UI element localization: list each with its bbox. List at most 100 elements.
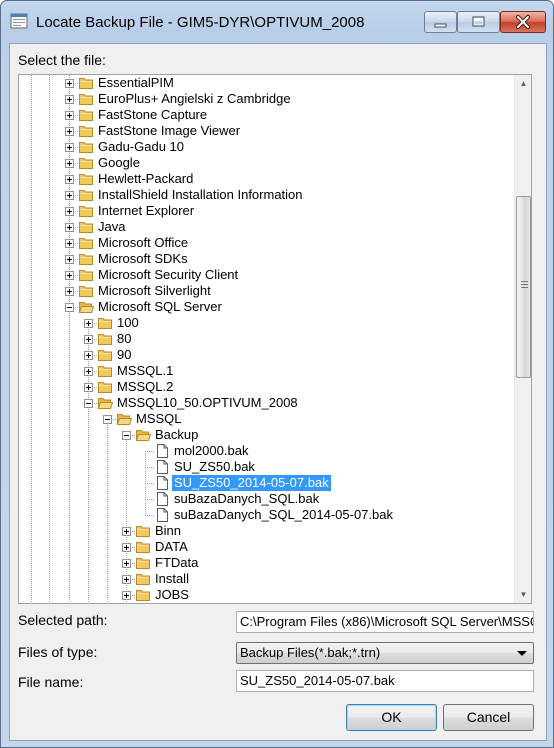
file-icon: [157, 492, 168, 506]
file-icon: [157, 460, 168, 474]
minimize-button[interactable]: [424, 11, 457, 33]
file-icon: [157, 476, 168, 490]
tree-item[interactable]: 90: [19, 347, 516, 363]
expand-icon[interactable]: [84, 383, 93, 392]
tree-item-label: SU_ZS50_2014-05-07.bak: [171, 474, 332, 492]
tree-item[interactable]: Microsoft SQL Server: [19, 299, 516, 315]
tree-item[interactable]: JOBS: [19, 587, 516, 603]
title-bar[interactable]: Locate Backup File - GIM5-DYR\OPTIVUM_20…: [1, 1, 553, 43]
tree-rows: EssentialPIM EuroPlus+ Angielski z Cambri…: [19, 75, 516, 603]
tree-item[interactable]: MSSQL.2: [19, 379, 516, 395]
selected-path-field[interactable]: C:\Program Files (x86)\Microsoft SQL Ser…: [236, 611, 534, 633]
tree-item[interactable]: EssentialPIM: [19, 75, 516, 91]
expand-icon[interactable]: [65, 191, 74, 200]
tree-item[interactable]: 100: [19, 315, 516, 331]
collapse-icon[interactable]: [103, 415, 112, 424]
tree-scrollbar[interactable]: ▲ ▼: [514, 75, 531, 603]
tree-item-label: suBazaDanych_SQL_2014-05-07.bak: [174, 507, 393, 522]
tree-item[interactable]: Install: [19, 571, 516, 587]
folder-icon: [98, 318, 112, 329]
folder-icon: [98, 334, 112, 345]
collapse-icon[interactable]: [84, 399, 93, 408]
tree-item[interactable]: MSSQL10_50.OPTIVUM_2008: [19, 395, 516, 411]
expand-icon[interactable]: [65, 271, 74, 280]
select-file-label: Select the file:: [18, 52, 106, 68]
expand-icon[interactable]: [65, 207, 74, 216]
scroll-down-arrow-icon[interactable]: ▼: [515, 586, 531, 603]
folder-icon: [79, 286, 93, 297]
collapse-icon[interactable]: [122, 431, 131, 440]
file-tree[interactable]: EssentialPIM EuroPlus+ Angielski z Cambri…: [18, 74, 532, 604]
expand-icon[interactable]: [84, 367, 93, 376]
tree-item[interactable]: Internet Explorer: [19, 203, 516, 219]
tree-item[interactable]: InstallShield Installation Information: [19, 187, 516, 203]
tree-item-label: Google: [98, 155, 140, 170]
tree-item-label: Binn: [155, 523, 182, 538]
tree-item[interactable]: Gadu-Gadu 10: [19, 139, 516, 155]
expand-icon[interactable]: [84, 351, 93, 360]
expand-icon[interactable]: [84, 335, 93, 344]
tree-item[interactable]: FastStone Capture: [19, 107, 516, 123]
tree-item-label: Microsoft Office: [98, 235, 189, 250]
close-button[interactable]: [500, 11, 546, 33]
tree-item[interactable]: Microsoft Security Client: [19, 267, 516, 283]
tree-item[interactable]: Microsoft SDKs: [19, 251, 516, 267]
expand-icon[interactable]: [122, 559, 131, 568]
ok-button[interactable]: OK: [346, 704, 437, 731]
collapse-icon[interactable]: [65, 303, 74, 312]
tree-item[interactable]: FastStone Image Viewer: [19, 123, 516, 139]
tree-item-label: SU_ZS50.bak: [174, 459, 255, 474]
tree-item-label: Microsoft Security Client: [98, 267, 239, 282]
tree-item[interactable]: Hewlett-Packard: [19, 171, 516, 187]
tree-item[interactable]: DATA: [19, 539, 516, 555]
expand-icon[interactable]: [122, 575, 131, 584]
tree-item[interactable]: MSSQL: [19, 411, 516, 427]
expand-icon[interactable]: [65, 127, 74, 136]
tree-item[interactable]: Microsoft Office: [19, 235, 516, 251]
folder-icon: [79, 94, 93, 105]
file-icon: [157, 508, 168, 522]
expand-icon[interactable]: [65, 79, 74, 88]
minimize-icon: [434, 23, 447, 28]
tree-item[interactable]: Binn: [19, 523, 516, 539]
folder-icon: [79, 206, 93, 217]
tree-item[interactable]: EuroPlus+ Angielski z Cambridge: [19, 91, 516, 107]
expand-icon[interactable]: [65, 159, 74, 168]
tree-item[interactable]: Backup: [19, 427, 516, 443]
expand-icon[interactable]: [122, 591, 131, 600]
tree-item[interactable]: FTData: [19, 555, 516, 571]
tree-item[interactable]: SU_ZS50.bak: [19, 459, 516, 475]
tree-item[interactable]: suBazaDanych_SQL_2014-05-07.bak: [19, 507, 516, 523]
expand-icon[interactable]: [65, 239, 74, 248]
expand-icon[interactable]: [122, 543, 131, 552]
tree-item[interactable]: Java: [19, 219, 516, 235]
expand-icon[interactable]: [65, 175, 74, 184]
tree-item-label: InstallShield Installation Information: [98, 187, 303, 202]
scroll-thumb[interactable]: [516, 196, 531, 378]
tree-item-label: MSSQL.1: [117, 363, 174, 378]
file-name-field[interactable]: SU_ZS50_2014-05-07.bak: [236, 670, 534, 692]
tree-item-label: Internet Explorer: [98, 203, 195, 218]
expand-icon[interactable]: [65, 223, 74, 232]
maximize-button[interactable]: [457, 11, 500, 33]
expand-icon[interactable]: [65, 255, 74, 264]
tree-item[interactable]: MSSQL.1: [19, 363, 516, 379]
expand-icon[interactable]: [65, 287, 74, 296]
tree-item[interactable]: Microsoft Silverlight: [19, 283, 516, 299]
tree-item-label: EssentialPIM: [98, 75, 174, 90]
expand-icon[interactable]: [65, 111, 74, 120]
tree-item[interactable]: Google: [19, 155, 516, 171]
files-of-type-select[interactable]: Backup Files(*.bak;*.trn): [236, 642, 534, 664]
tree-item-label: Gadu-Gadu 10: [98, 139, 185, 154]
expand-icon[interactable]: [65, 95, 74, 104]
expand-icon[interactable]: [84, 319, 93, 328]
tree-item[interactable]: mol2000.bak: [19, 443, 516, 459]
cancel-button[interactable]: Cancel: [443, 704, 534, 731]
tree-item[interactable]: suBazaDanych_SQL.bak: [19, 491, 516, 507]
tree-item[interactable]: SU_ZS50_2014-05-07.bak: [19, 474, 516, 492]
scroll-up-arrow-icon[interactable]: ▲: [515, 75, 531, 92]
expand-icon[interactable]: [65, 143, 74, 152]
tree-item-label: FTData: [155, 555, 199, 570]
tree-item[interactable]: 80: [19, 331, 516, 347]
expand-icon[interactable]: [122, 527, 131, 536]
